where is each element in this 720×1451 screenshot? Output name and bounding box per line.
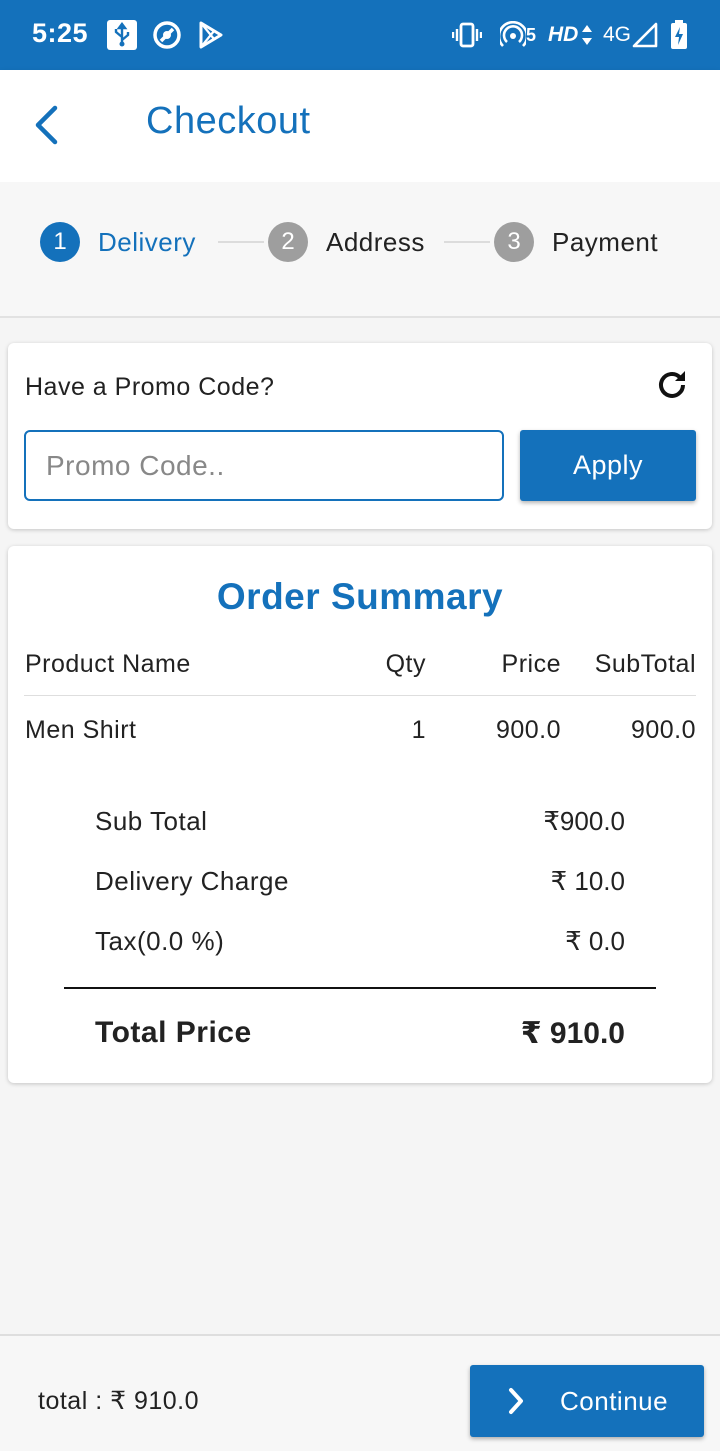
continue-label: Continue (560, 1385, 669, 1416)
column-header-product-name: Product Name (25, 650, 191, 678)
usb-icon (106, 20, 138, 50)
sub-total-label: Sub Total (95, 806, 208, 836)
sync-icon (152, 20, 182, 50)
step-label: Address (326, 226, 425, 257)
total-price-value: ₹ 910.0 (520, 1017, 625, 1050)
hotspot-icon: 5 (500, 20, 536, 50)
status-bar: 5:25 5 HD 4G (0, 0, 720, 70)
delivery-charge-value: ₹ 10.0 (550, 866, 625, 896)
step-label: Delivery (98, 226, 196, 257)
hd-icon: HD (548, 20, 593, 50)
network-label: 4G (603, 23, 632, 46)
item-name: Men Shirt (25, 716, 137, 744)
hd-label: HD (548, 23, 579, 46)
app-bar: Checkout (0, 70, 720, 182)
step-address[interactable]: 2 Address (268, 222, 425, 262)
step-connector (218, 241, 264, 243)
tax-label: Tax(0.0 %) (95, 926, 225, 956)
bottom-bar: total : ₹ 910.0 Continue (0, 1334, 720, 1451)
step-delivery[interactable]: 1 Delivery (40, 222, 196, 262)
step-number: 3 (494, 222, 534, 262)
4g-icon: 4G (603, 20, 631, 50)
item-qty: 1 (411, 716, 426, 744)
step-label: Payment (552, 226, 659, 257)
page-title: Checkout (146, 100, 311, 142)
promo-title: Have a Promo Code? (25, 373, 275, 401)
bottom-total-text: total : ₹ 910.0 (38, 1387, 200, 1415)
promo-code-input[interactable] (24, 430, 504, 501)
column-header-subtotal: SubTotal (594, 650, 696, 678)
arrow-back-icon (33, 105, 61, 150)
tax-value: ₹ 0.0 (565, 926, 625, 956)
order-summary-card: Order Summary Product Name Qty Price Sub… (8, 546, 712, 1083)
refresh-icon (654, 367, 690, 408)
table-divider (24, 695, 696, 696)
step-connector (444, 241, 490, 243)
apply-button[interactable]: Apply (520, 430, 696, 501)
status-time: 5:25 (32, 18, 89, 48)
item-subtotal: 900.0 (630, 716, 696, 744)
back-button[interactable] (22, 102, 72, 152)
column-header-price: Price (501, 650, 561, 678)
refresh-button[interactable] (652, 367, 692, 407)
checkout-stepper: 1 Delivery 2 Address 3 Payment (0, 182, 720, 318)
continue-button[interactable]: Continue (470, 1365, 704, 1437)
signal-icon (632, 20, 658, 50)
summary-divider (64, 987, 656, 989)
step-number: 2 (268, 222, 308, 262)
chevron-right-icon (506, 1388, 530, 1414)
hotspot-count: 5 (526, 24, 537, 45)
item-price: 900.0 (495, 716, 561, 744)
step-number: 1 (40, 222, 80, 262)
promo-card: Have a Promo Code? Apply (8, 343, 712, 529)
play-store-icon (198, 20, 224, 50)
order-summary-title: Order Summary (216, 576, 504, 617)
sub-total-value: ₹900.0 (543, 806, 625, 836)
column-header-qty: Qty (385, 650, 426, 678)
battery-charging-icon (670, 20, 688, 50)
delivery-charge-label: Delivery Charge (95, 866, 289, 896)
total-price-label: Total Price (95, 1016, 252, 1049)
step-payment[interactable]: 3 Payment (494, 222, 658, 262)
vibrate-icon (452, 20, 482, 50)
